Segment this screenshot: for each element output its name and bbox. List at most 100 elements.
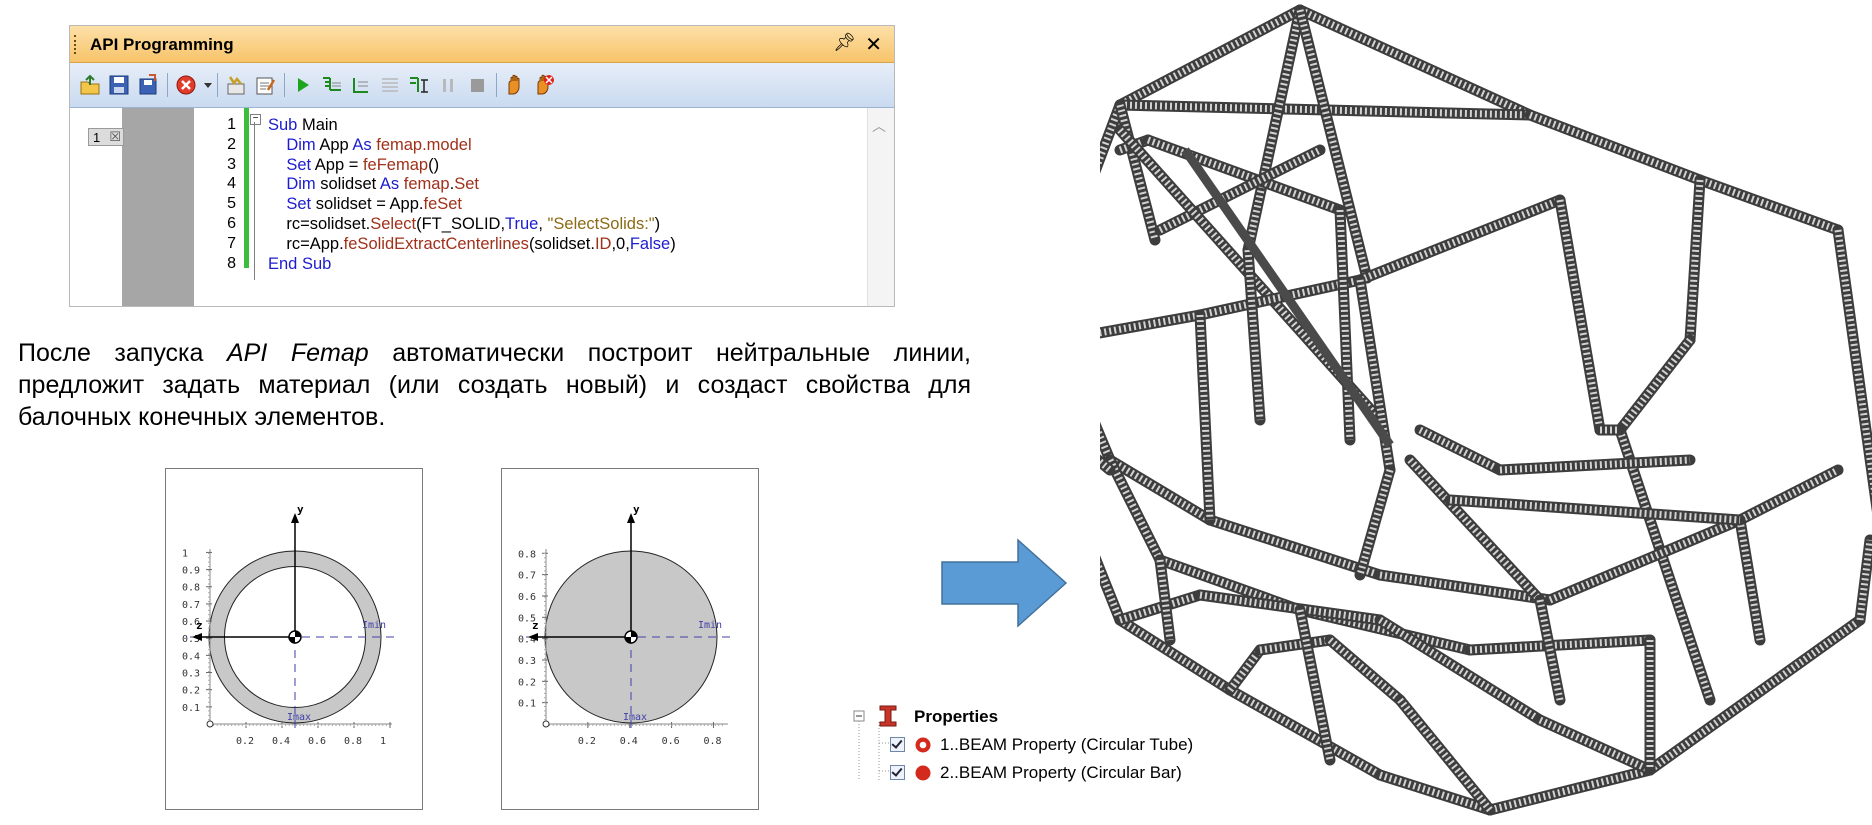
- tree-checkbox-2[interactable]: [890, 764, 905, 782]
- x-tick-label: 0.8: [703, 736, 721, 747]
- step-into-icon[interactable]: [320, 73, 344, 97]
- fold-toggle-icon[interactable]: −: [250, 114, 261, 125]
- x-tick-label: 0.2: [236, 736, 254, 747]
- code-token: App: [315, 135, 353, 154]
- tube-section-plot: 10.90.80.70.60.50.40.30.20.10.2 0.4 0.6 0.8…: [182, 503, 398, 747]
- y-tick-label: 0.9: [182, 566, 200, 577]
- pin-icon[interactable]: 📌︎: [833, 32, 856, 53]
- code-token: As: [352, 135, 372, 154]
- code-line[interactable]: rc=solidset.Select(FT_SOLID,True, "Selec…: [268, 215, 660, 234]
- tree-checkbox-1[interactable]: [890, 736, 905, 754]
- line-number: 1: [227, 116, 236, 133]
- code-token: Sub: [268, 116, 298, 134]
- y-tick-label: 0.3: [182, 669, 200, 680]
- frame-tube-outline: [1100, 555, 1126, 626]
- y-tick-label: 0.3: [518, 656, 536, 667]
- tree-root-properties[interactable]: Properties: [914, 707, 998, 727]
- x-tick-label: 0.8: [344, 736, 362, 747]
- frame-tube-outline: [1694, 174, 1844, 236]
- paragraph-emphasis: API Femap: [227, 339, 369, 367]
- code-editor[interactable]: 1 ☒ 12345678 − Sub Main Dim App As femap.…: [70, 108, 894, 306]
- code-token: (): [428, 155, 440, 174]
- document-tab[interactable]: 1 ☒: [88, 128, 124, 146]
- y-tick-label: 1: [182, 548, 188, 559]
- y-axis-label: y: [297, 503, 304, 516]
- code-token: As: [379, 175, 400, 194]
- code-token: feSolidExtractCenterlines: [343, 234, 529, 253]
- toolbar-separator: [167, 73, 168, 97]
- close-tab-icon[interactable]: ☒: [109, 128, 121, 146]
- y-tick-label: 0.4: [182, 651, 200, 662]
- code-token: solidset = App.: [311, 195, 424, 214]
- save-as-icon[interactable]: [136, 73, 160, 97]
- code-token: ,0,: [611, 234, 630, 253]
- code-token: (solidset.: [528, 234, 595, 253]
- code-line[interactable]: Dim App As femap.model: [268, 135, 472, 155]
- step-out-icon[interactable]: [378, 73, 402, 97]
- code-token: ): [670, 234, 676, 253]
- line-number: 2: [227, 135, 236, 153]
- pause-icon[interactable]: [436, 73, 460, 97]
- code-line[interactable]: rc=App.feSolidExtractCenterlines(solidse…: [268, 234, 676, 254]
- frame-tubes: [1100, 4, 1872, 816]
- code-token: solidset: [315, 175, 380, 194]
- toolbar-separator: [217, 73, 218, 97]
- frame-tube-segments: [1100, 426, 1114, 462]
- line-number: 5: [227, 195, 236, 213]
- code-token: feFemap: [362, 155, 429, 174]
- x-tick-label: 0.6: [662, 736, 680, 747]
- line-numbers: 1 2 3 4 5 6 7 8: [194, 108, 244, 306]
- step-to-cursor-icon[interactable]: [407, 73, 431, 97]
- code-token: False: [629, 234, 671, 253]
- y-tick-label: 0.1: [182, 703, 200, 714]
- code-line[interactable]: Dim solidset As femap.Set: [268, 175, 479, 194]
- vertical-scrollbar[interactable]: ︿: [867, 108, 894, 306]
- stop-icon[interactable]: [465, 73, 489, 97]
- panel-titlebar[interactable]: API Programming 📌︎ ✕: [70, 26, 894, 63]
- tube-frame-3d-model: [1100, 4, 1872, 816]
- section-preview-bar: 0.8 0.7 0.6 0.5 0.4 0.3 0.2 0.1 0.2 0.4 0.6 0.8 y z Im…: [501, 468, 759, 810]
- code-token: "SelectSolids:": [547, 215, 655, 233]
- circular-tube-icon: [915, 737, 931, 753]
- scroll-up-icon[interactable]: ︿: [872, 116, 886, 136]
- breakpoint-icon[interactable]: [503, 73, 527, 97]
- code-token: Main: [297, 116, 338, 134]
- api-toolbar: [70, 63, 894, 108]
- frame-tube-segments: [1228, 686, 1382, 779]
- code-token: femap: [399, 175, 450, 194]
- step-over-icon[interactable]: [349, 73, 373, 97]
- line-number: 4: [227, 175, 236, 193]
- open-icon[interactable]: [78, 73, 102, 97]
- y-tick-label: 0.8: [518, 549, 536, 560]
- code-token: (FT_SOLID,: [416, 215, 506, 233]
- x-tick-label: 0.2: [578, 736, 596, 747]
- code-token: femap.model: [371, 135, 472, 154]
- save-icon[interactable]: [107, 73, 131, 97]
- delete-icon[interactable]: [174, 73, 198, 97]
- code-token: ID: [594, 234, 612, 253]
- code-line[interactable]: Set App = feFemap(): [268, 156, 439, 175]
- edit-icon[interactable]: [253, 73, 277, 97]
- code-token: Dim: [268, 135, 316, 154]
- right-arrow-icon: [941, 538, 1068, 628]
- paragraph-text-before: После запуска: [18, 339, 227, 367]
- close-icon[interactable]: ✕: [865, 32, 882, 56]
- change-bar: [244, 108, 249, 268]
- imax-label: Imax: [623, 712, 647, 723]
- dropdown-icon[interactable]: [203, 73, 213, 97]
- panel-grip[interactable]: [74, 35, 79, 54]
- run-icon[interactable]: [291, 73, 315, 97]
- api-programming-panel: API Programming 📌︎ ✕ 1 ☒ 12345678 − Sub M…: [69, 25, 895, 307]
- code-token: Set: [454, 175, 479, 194]
- references-icon[interactable]: [224, 73, 248, 97]
- code-line[interactable]: Sub Main: [268, 116, 338, 135]
- toolbar-separator: [284, 73, 285, 97]
- toolbar-separator: [496, 73, 497, 97]
- code-line[interactable]: Set solidset = App.feSet: [268, 195, 462, 214]
- code-token: feSet: [423, 195, 463, 214]
- code-token: Set: [268, 155, 312, 174]
- code-token: Select: [370, 215, 417, 233]
- code-line[interactable]: End Sub: [268, 255, 331, 274]
- clear-breakpoint-icon[interactable]: [532, 73, 556, 97]
- frame-tube-outline: [1354, 194, 1566, 286]
